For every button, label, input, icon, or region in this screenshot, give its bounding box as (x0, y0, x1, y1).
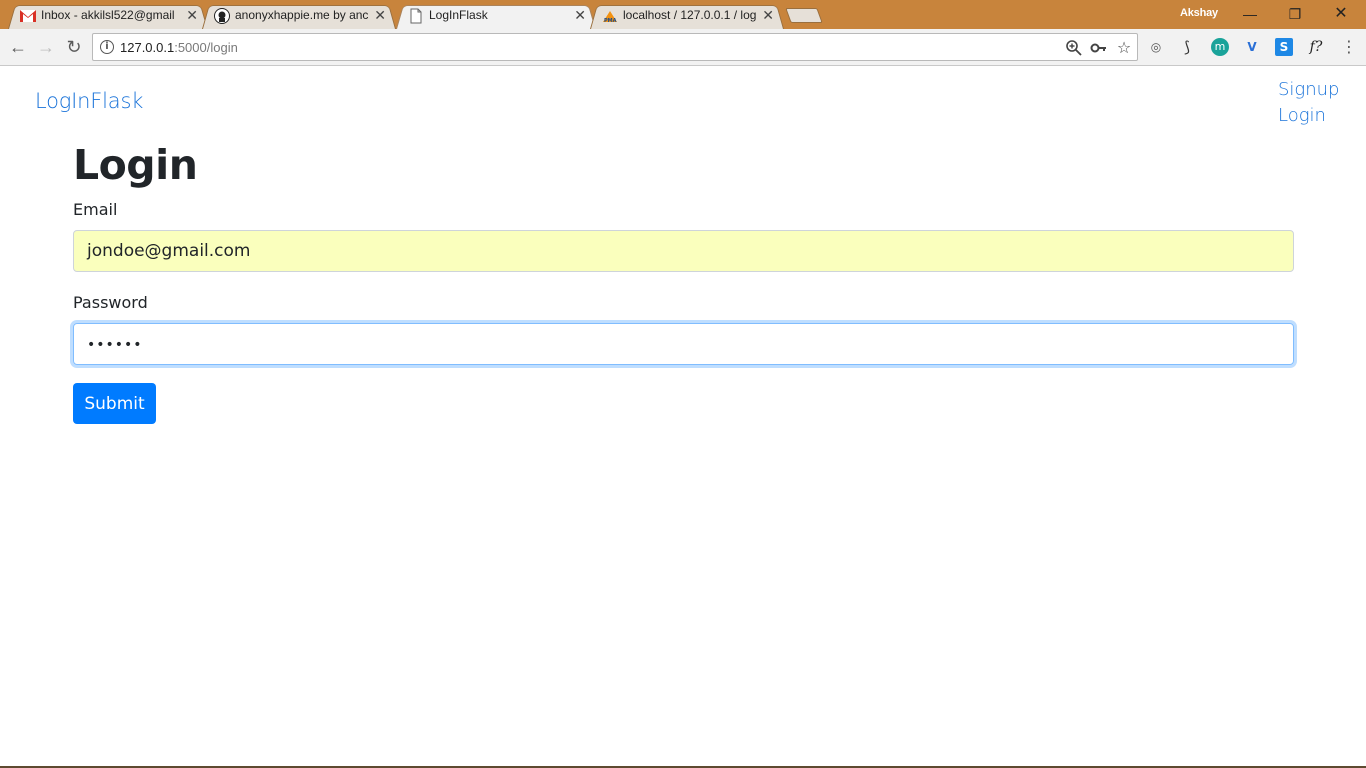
tab-title: anonyxhappie.me by anc (235, 8, 369, 22)
top-nav: Signup Login (1278, 77, 1339, 129)
browser-toolbar: ← → ↻ i 127.0.0.1:5000/login ☆ ◎ ⟆ m V S… (0, 29, 1366, 66)
gmail-icon (20, 10, 36, 22)
svg-text:PMA: PMA (604, 18, 617, 23)
phpmyadmin-icon: PMA (603, 11, 617, 23)
url-path: :5000/login (174, 40, 238, 55)
signup-link[interactable]: Signup (1278, 77, 1339, 103)
hook-icon[interactable]: ⟆ (1178, 38, 1196, 56)
profile-name[interactable]: Akshay (1180, 7, 1218, 19)
v-icon[interactable]: V (1243, 38, 1261, 56)
close-icon[interactable]: ✕ (186, 7, 198, 23)
submit-button[interactable]: Submit (73, 383, 156, 424)
tab-loginflask[interactable]: LogInFlask ✕ (396, 3, 596, 29)
star-icon[interactable]: ☆ (1115, 39, 1133, 57)
new-tab-button[interactable] (785, 8, 823, 23)
info-icon[interactable]: i (100, 40, 114, 54)
tab-title: LogInFlask (429, 8, 488, 22)
password-value: •••••• (87, 337, 143, 353)
url-host: 127.0.0.1 (120, 40, 175, 55)
f-icon[interactable]: f? (1307, 38, 1325, 56)
tab-phpmyadmin[interactable]: PMA localhost / 127.0.0.1 / log ✕ (590, 3, 784, 29)
login-form: Login Email jondoe@gmail.com Password ••… (73, 140, 1294, 424)
tab-title: Inbox - akkilsl522@gmail (41, 8, 175, 22)
tab-gmail[interactable]: Inbox - akkilsl522@gmail ✕ (8, 3, 208, 29)
close-icon[interactable]: ✕ (374, 7, 386, 23)
back-arrow-icon[interactable]: ← (7, 36, 29, 58)
reload-icon[interactable]: ↻ (63, 36, 85, 58)
brand-link[interactable]: LogInFlask (35, 89, 143, 113)
browser-titlebar: Inbox - akkilsl522@gmail ✕ anonyxhappie.… (0, 0, 1366, 29)
zoom-icon[interactable] (1065, 39, 1083, 57)
restore-icon[interactable]: ❐ (1272, 3, 1318, 25)
email-value: jondoe@gmail.com (87, 241, 251, 261)
page-icon (410, 8, 422, 24)
tab-title: localhost / 127.0.0.1 / log (623, 8, 757, 22)
menu-icon[interactable]: ⋮ (1340, 38, 1358, 56)
forward-arrow-icon[interactable]: → (35, 36, 57, 58)
github-icon (214, 8, 230, 24)
close-icon[interactable]: ✕ (762, 7, 774, 23)
page-title: Login (73, 141, 198, 189)
password-label: Password (73, 293, 148, 312)
minimize-icon[interactable]: — (1227, 3, 1273, 25)
url-text[interactable]: 127.0.0.1:5000/login (120, 40, 238, 55)
key-icon[interactable] (1090, 39, 1108, 57)
s-icon[interactable]: S (1275, 38, 1293, 56)
close-icon[interactable]: ✕ (574, 7, 586, 23)
mirror-icon[interactable]: ◎ (1147, 38, 1165, 56)
login-link[interactable]: Login (1278, 103, 1339, 129)
m-icon[interactable]: m (1211, 38, 1229, 56)
email-field[interactable]: jondoe@gmail.com (73, 230, 1294, 272)
email-label: Email (73, 200, 118, 219)
tab-github[interactable]: anonyxhappie.me by anc ✕ (202, 3, 396, 29)
window-close-icon[interactable]: ✕ (1318, 3, 1364, 25)
address-bar[interactable]: i 127.0.0.1:5000/login ☆ (92, 33, 1138, 61)
password-field[interactable]: •••••• (73, 323, 1294, 365)
